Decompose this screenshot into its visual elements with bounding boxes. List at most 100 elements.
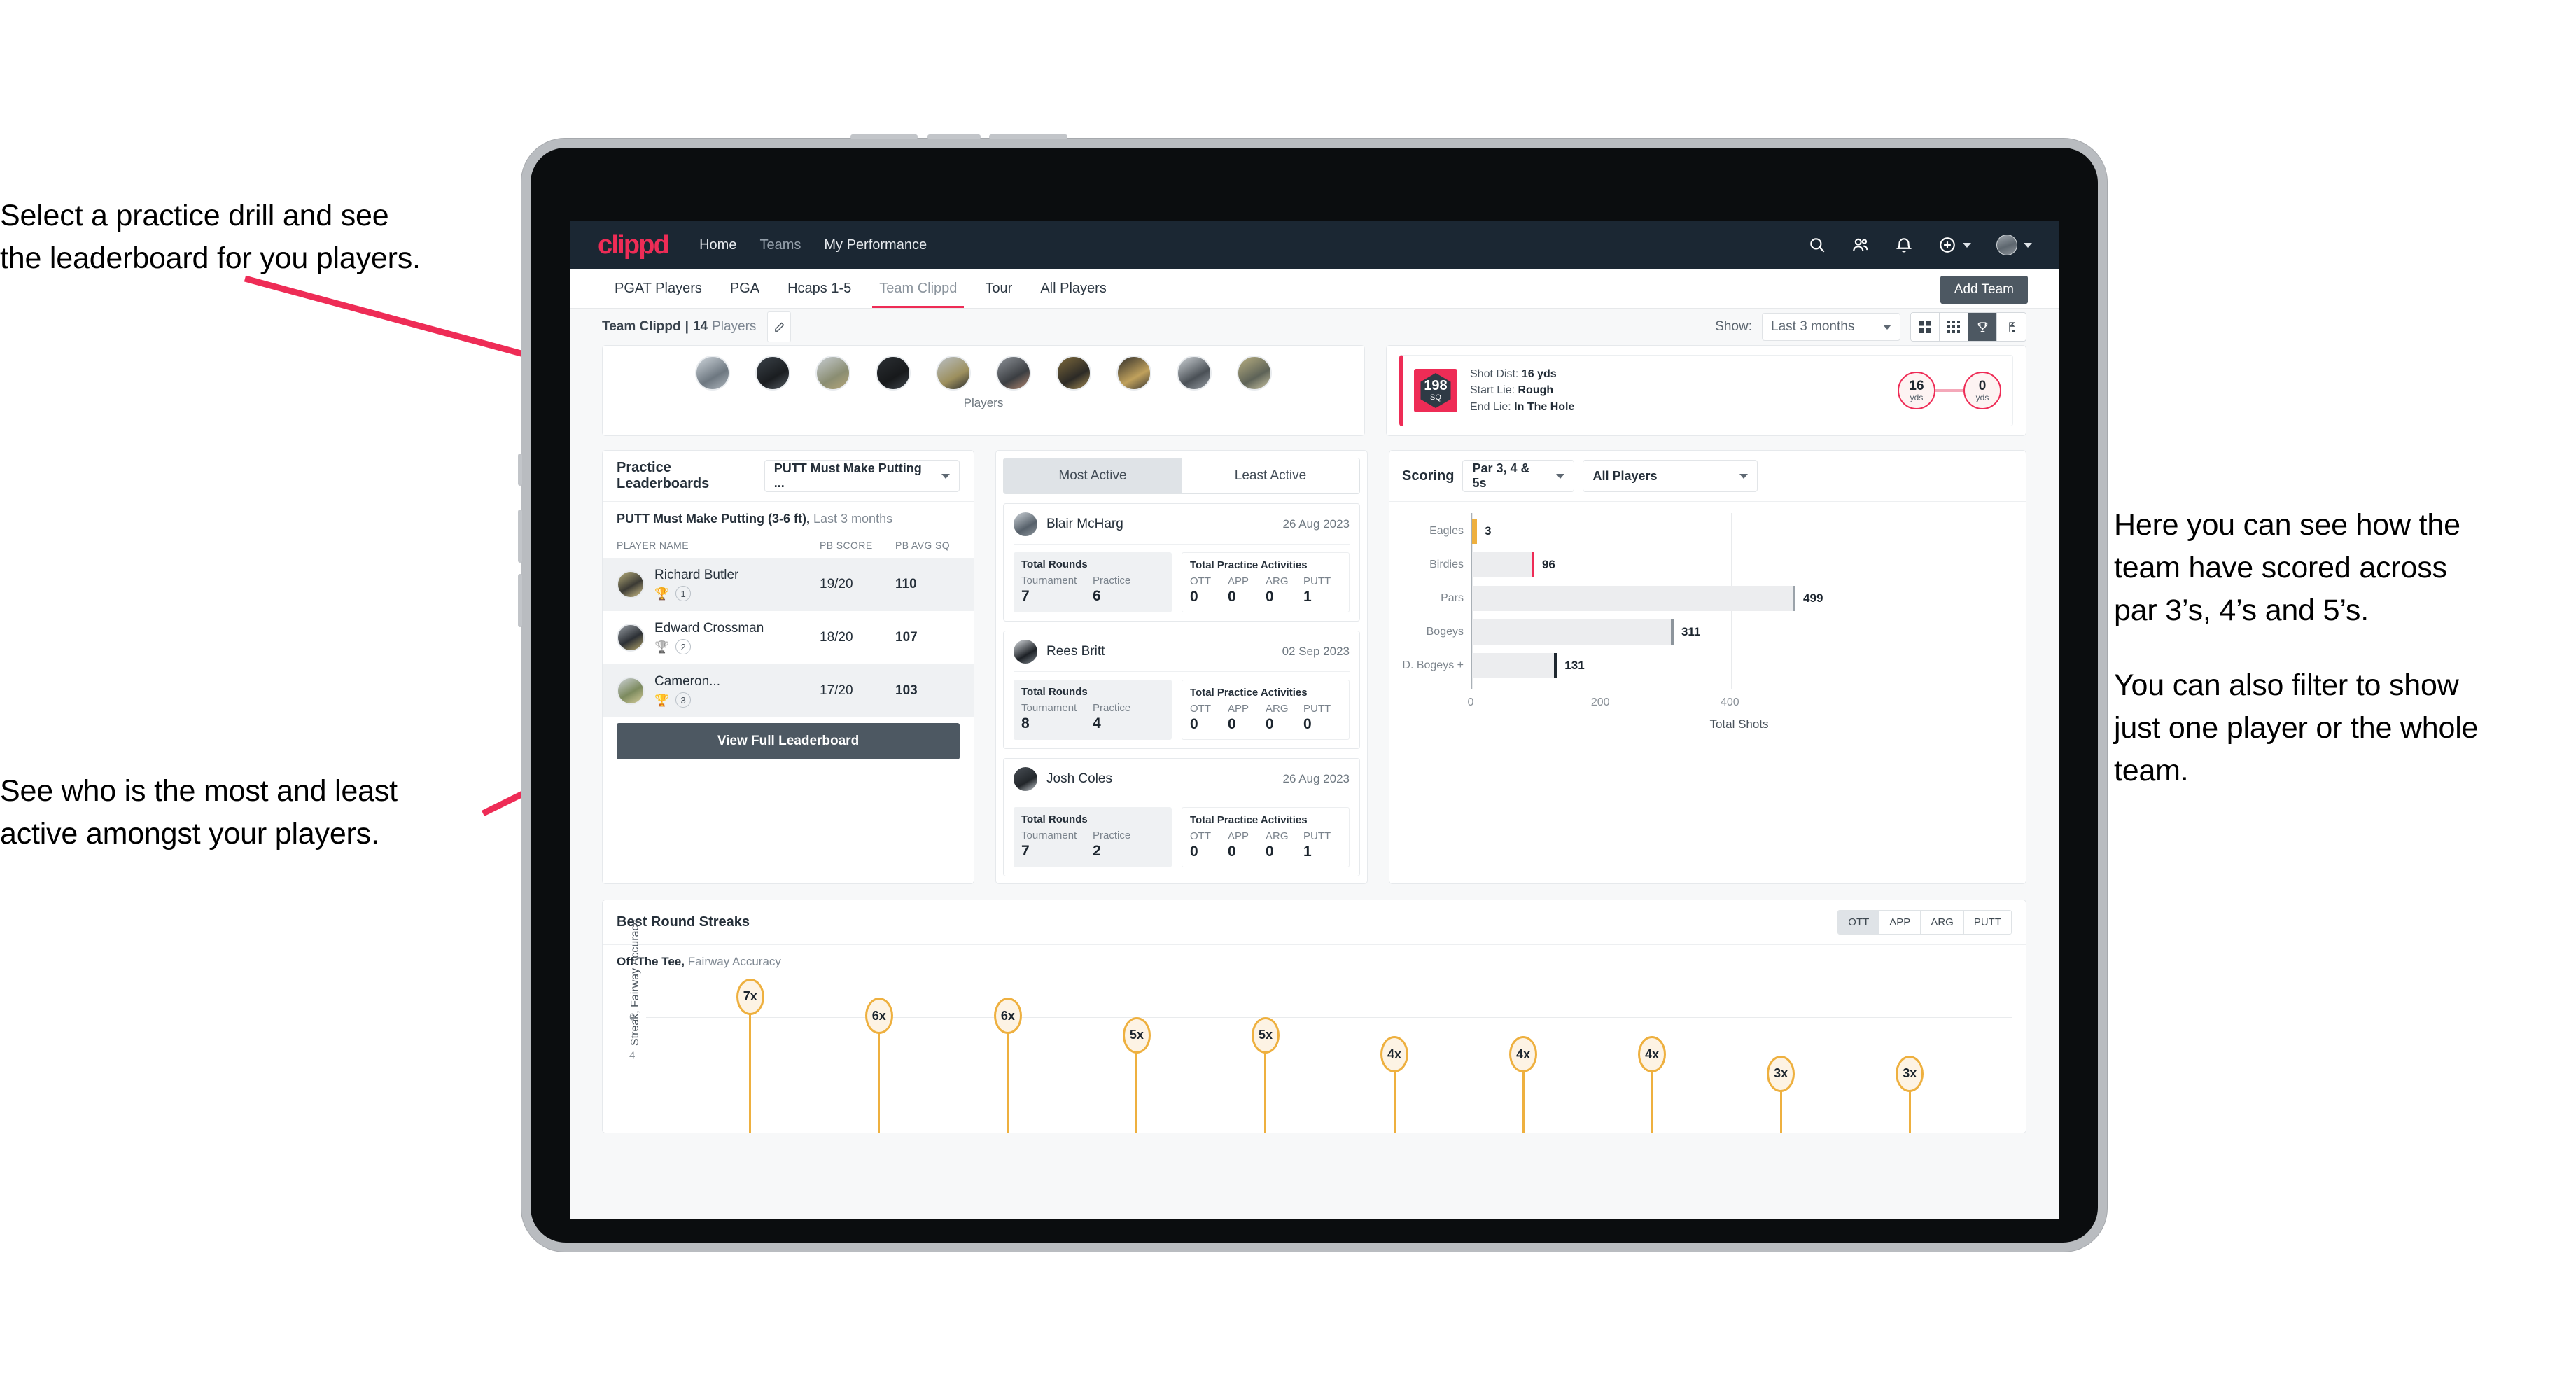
avatar[interactable] (1177, 356, 1212, 391)
player-count: 14 (692, 319, 708, 334)
avatar[interactable] (1237, 356, 1272, 391)
player-rank: 🏆 1 (654, 586, 738, 602)
streak-value-bubble: 5x (1251, 1016, 1280, 1054)
stat-col: APP 0 (1228, 575, 1266, 606)
nav-my-performance[interactable]: My Performance (824, 237, 927, 253)
table-row[interactable]: Richard Butler 🏆 1 19/20 110 (603, 558, 974, 611)
bell-icon[interactable] (1895, 236, 1913, 254)
screenshot-root: Select a practice drill and see the lead… (0, 0, 2576, 1386)
team-tabs: PGAT Players PGA Hcaps 1-5 Team Clippd T… (570, 269, 2059, 309)
avatar[interactable] (816, 356, 850, 391)
tab-team-clippd[interactable]: Team Clippd (865, 269, 971, 308)
practice-activities-label: Total Practice Activities (1190, 814, 1308, 826)
avatar[interactable] (695, 356, 730, 391)
view-grid-4-button[interactable] (1911, 313, 1940, 341)
stat-key: APP (1228, 830, 1250, 842)
start-distance-value: 16 (1909, 378, 1924, 393)
avatar[interactable] (876, 356, 911, 391)
stat-value: 0 (1303, 716, 1312, 732)
search-icon[interactable] (1808, 236, 1826, 254)
player-name: Richard Butler (654, 567, 739, 582)
streak-tab-ott[interactable]: OTT (1838, 911, 1880, 934)
players-card: Players (602, 345, 1365, 436)
chevron-down-icon (1883, 324, 1891, 330)
pb-avg-sq: 110 (895, 577, 917, 592)
tab-most-active[interactable]: Most Active (1004, 458, 1182, 493)
stat-key: OTT (1190, 575, 1211, 587)
golf-flag-icon (2009, 321, 2015, 332)
trophy-icon: 🏆 (654, 640, 670, 654)
practice-activities-label: Total Practice Activities (1190, 559, 1308, 571)
list-item[interactable]: Rees Britt 02 Sep 2023 Total Rounds Tour… (1003, 631, 1360, 749)
annotation-line: Select a practice drill and see (0, 199, 389, 232)
tab-hcaps-1-5[interactable]: Hcaps 1-5 (774, 269, 865, 308)
clippd-logo[interactable]: clippd (598, 230, 670, 260)
stat-col: Tournament 8 (1021, 702, 1093, 732)
avatar (1014, 767, 1037, 791)
stat-col: OTT 0 (1190, 575, 1228, 606)
tab-least-active[interactable]: Least Active (1182, 458, 1359, 493)
people-icon[interactable] (1851, 236, 1870, 254)
stat-col: Practice 2 (1093, 830, 1164, 860)
stat-value: 1 (1303, 844, 1312, 860)
streaks-category-toggle: OTT APP ARG PUTT (1837, 910, 2012, 934)
streaks-subtitle-grey: Fairway Accuracy (687, 955, 781, 968)
team-toolbar: Team Clippd | 14 Players Show: Last 3 mo… (570, 309, 2059, 345)
stat-key: APP (1228, 575, 1250, 587)
add-team-button[interactable]: Add Team (1940, 276, 2028, 304)
table-row[interactable]: Edward Crossman 🏆 2 18/20 107 (603, 611, 974, 664)
stat-key: Tournament (1021, 702, 1077, 714)
avatar[interactable] (755, 356, 790, 391)
streak-tab-arg[interactable]: ARG (1921, 911, 1964, 934)
annotation-line: active amongst your players. (0, 817, 379, 851)
par-filter-select[interactable]: Par 3, 4 & 5s (1462, 460, 1575, 492)
drill-subtitle: PUTT Must Make Putting (3-6 ft), Last 3 … (603, 502, 974, 535)
view-full-leaderboard-button[interactable]: View Full Leaderboard (617, 723, 960, 760)
list-item[interactable]: Blair McHarg 26 Aug 2023 Total Rounds To… (1003, 503, 1360, 622)
table-row[interactable]: Cameron... 🏆 3 17/20 103 (603, 664, 974, 718)
shot-line-value: Rough (1518, 384, 1554, 397)
tab-pga[interactable]: PGA (716, 269, 774, 308)
nav-teams[interactable]: Teams (760, 237, 801, 253)
avatar[interactable] (1056, 356, 1091, 391)
practice-activities-block: Total Practice Activities OTT 0 APP 0 ARG 0… (1182, 807, 1350, 867)
date-range-value: Last 3 months (1771, 319, 1855, 334)
annotation-line: team have scored across (2114, 551, 2447, 585)
shot-line-value: 16 yds (1521, 368, 1557, 381)
par-filter-value: Par 3, 4 & 5s (1472, 461, 1530, 490)
avatar[interactable] (996, 356, 1031, 391)
rank-number: 1 (676, 586, 692, 602)
tab-tour[interactable]: Tour (971, 269, 1026, 308)
players-word: Players (712, 319, 757, 334)
plus-circle-icon[interactable] (1938, 236, 1956, 254)
user-menu[interactable] (1996, 234, 2032, 255)
date-range-select[interactable]: Last 3 months (1762, 313, 1900, 341)
avatar[interactable] (1996, 234, 2017, 255)
stat-col: ARG 0 (1266, 703, 1303, 733)
view-grid-9-button[interactable] (1940, 313, 1968, 341)
column-header-player-name: PLAYER NAME (617, 540, 689, 551)
stat-col: ARG 0 (1266, 830, 1303, 860)
player-filter-select[interactable]: All Players (1583, 460, 1758, 492)
activity-stats: Total Rounds Tournament 7 Practice 2 Total… (1014, 807, 1350, 867)
tab-all-players[interactable]: All Players (1026, 269, 1120, 308)
avatar[interactable] (936, 356, 971, 391)
tab-pgat-players[interactable]: PGAT Players (601, 269, 716, 308)
bar-track (1472, 653, 1555, 678)
stat-value: 0 (1266, 589, 1274, 605)
practice-leaderboard-header: Practice Leaderboards PUTT Must Make Put… (603, 451, 974, 502)
player-info: Richard Butler 🏆 1 (654, 568, 738, 602)
streak-tab-app[interactable]: APP (1879, 911, 1921, 934)
view-trophy-button[interactable] (1968, 313, 1997, 341)
add-menu[interactable] (1938, 236, 1971, 254)
list-item[interactable]: Josh Coles 26 Aug 2023 Total Rounds Tour… (1003, 758, 1360, 876)
nav-home[interactable]: Home (699, 237, 736, 253)
edit-team-button[interactable] (767, 312, 792, 342)
y-tick: 4 (629, 1049, 636, 1062)
streak-tab-putt[interactable]: PUTT (1963, 911, 2011, 934)
trophy-icon: 🏆 (654, 587, 670, 601)
view-golf-flag-button[interactable] (1997, 313, 2026, 341)
stat-col: OTT 0 (1190, 830, 1228, 860)
avatar[interactable] (1116, 356, 1152, 391)
drill-select[interactable]: PUTT Must Make Putting ... (764, 460, 960, 492)
